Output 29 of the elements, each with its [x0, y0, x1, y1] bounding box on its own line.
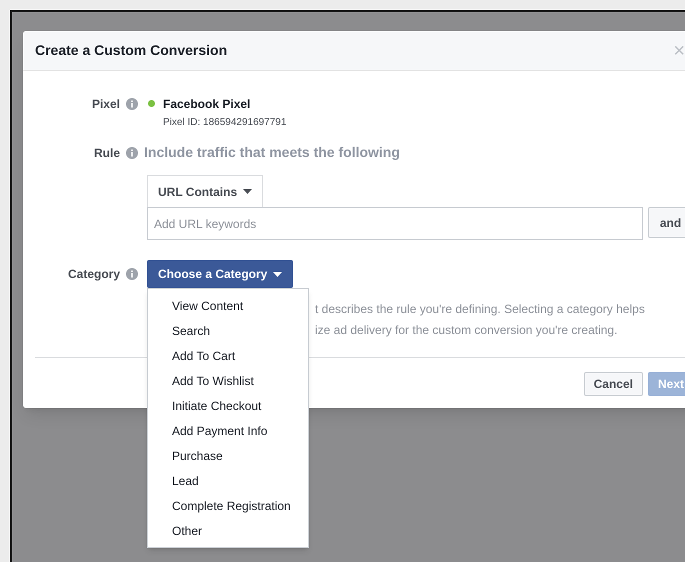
pixel-id: Pixel ID: 186594291697791 — [163, 116, 286, 130]
url-keywords-field[interactable]: Add URL keywords — [147, 207, 643, 240]
menu-item[interactable]: Add To Cart — [148, 343, 308, 368]
pixel-label: Pixel — [92, 96, 120, 113]
menu-item[interactable]: Search — [148, 318, 308, 343]
category-help-text: t describes the rule you're defining. Selecting a category helps — [315, 301, 646, 318]
menu-item[interactable]: Initiate Checkout — [148, 393, 308, 418]
rule-heading: Include traffic that meets the following — [144, 143, 400, 162]
menu-item[interactable]: Add Payment Info — [148, 418, 308, 443]
category-label: Category — [68, 266, 120, 283]
info-icon — [126, 268, 138, 280]
category-help-text: ize ad delivery for the custom conversion you're creating. — [315, 322, 618, 339]
info-icon — [126, 146, 138, 158]
menu-item[interactable]: Other — [148, 518, 308, 543]
menu-item[interactable]: Complete Registration — [148, 493, 308, 518]
pixel-name: Facebook Pixel — [163, 96, 252, 113]
rule-label: Rule — [94, 144, 120, 162]
menu-item[interactable]: Lead — [148, 468, 308, 493]
caret-icon — [243, 189, 252, 194]
menu-item[interactable]: View Content — [148, 293, 308, 318]
operator-dropdown[interactable]: URL Contains — [147, 175, 264, 207]
menu-item[interactable]: Add To Wishlist — [148, 368, 308, 393]
info-icon — [126, 98, 138, 110]
menu-item[interactable]: Purchase — [148, 443, 308, 468]
dialog-title: Create a Custom Conversion — [35, 41, 228, 60]
caret-icon — [273, 272, 282, 276]
and-button[interactable]: and — [648, 207, 685, 238]
cancel-button[interactable]: Cancel — [584, 372, 643, 396]
category-dropdown[interactable]: Choose a Category — [147, 260, 294, 288]
